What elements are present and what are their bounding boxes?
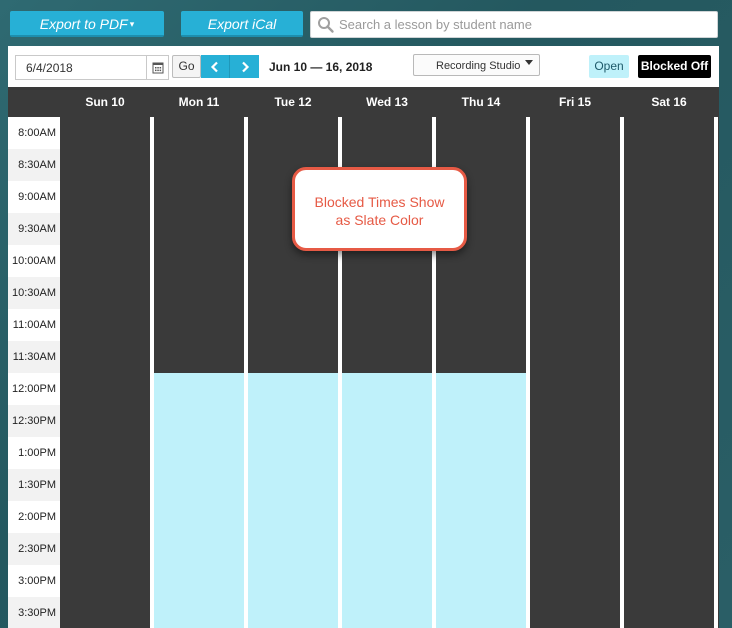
open-time-block[interactable]: [436, 373, 526, 628]
time-label: 3:00PM: [18, 575, 56, 587]
time-label: 9:00AM: [18, 191, 56, 203]
day-header: Wed 13: [366, 95, 408, 109]
date-input[interactable]: [16, 56, 144, 79]
chevron-right-icon: [241, 61, 249, 72]
day-column[interactable]: [624, 117, 714, 628]
chevron-left-icon: [210, 61, 218, 72]
time-label: 11:30AM: [8, 341, 60, 373]
caret-down-icon: ▾: [129, 19, 135, 29]
day-header: Mon 11: [178, 95, 220, 109]
time-column: 8:00AM 8:30AM 9:00AM 9:30AM 10:00AM 10:30AM 11…: [8, 117, 60, 628]
time-label: 2:00PM: [18, 511, 56, 523]
day-header-row: Sun 10 Mon 11 Tue 12 Wed 13 Thu 14 Fri 15 Sat …: [8, 87, 719, 117]
time-label: 10:30AM: [8, 277, 60, 309]
column-divider: [714, 117, 718, 628]
time-label: 12:00PM: [11, 383, 56, 395]
studio-select-value: Recording Studio: [436, 60, 521, 72]
time-label: 8:00AM: [18, 127, 56, 139]
day-header: Thu 14: [461, 95, 501, 109]
time-label: 10:00AM: [11, 255, 56, 267]
caret-down-icon: [525, 60, 533, 65]
calendar-panel: Go Jun 10 — 16, 2018 Recording Studio Op…: [8, 46, 719, 628]
calendar-icon[interactable]: [146, 56, 168, 79]
search-icon: [317, 16, 335, 34]
top-bar: Export to PDF ▾ Export iCal: [0, 0, 732, 46]
time-label: 3:30PM: [8, 597, 60, 628]
time-label: 2:30PM: [8, 533, 60, 565]
time-label: 12:30PM: [8, 405, 60, 437]
search-box: [310, 11, 718, 38]
open-time-block[interactable]: [342, 373, 432, 628]
open-time-block[interactable]: [248, 373, 338, 628]
legend-blocked-badge: Blocked Off: [638, 55, 711, 78]
export-ical-button[interactable]: Export iCal: [181, 11, 303, 37]
time-label: 8:30AM: [8, 149, 60, 181]
export-pdf-button[interactable]: Export to PDF ▾: [10, 11, 164, 37]
day-header: Sun 10: [85, 95, 125, 109]
search-input[interactable]: [339, 12, 711, 37]
time-label: 1:00PM: [18, 447, 56, 459]
next-week-button[interactable]: [230, 55, 259, 78]
open-time-block[interactable]: [154, 373, 244, 628]
time-label: 9:30AM: [8, 213, 60, 245]
studio-select[interactable]: Recording Studio: [413, 54, 540, 76]
calendar-toolbar: Go Jun 10 — 16, 2018 Recording Studio Op…: [8, 46, 719, 87]
annotation-callout: Blocked Times Show as Slate Color: [292, 167, 467, 251]
callout-line-2: as Slate Color: [335, 212, 424, 228]
day-column[interactable]: [530, 117, 620, 628]
date-range-label: Jun 10 — 16, 2018: [269, 60, 373, 74]
export-pdf-label: Export to PDF: [39, 16, 128, 32]
callout-line-1: Blocked Times Show: [314, 194, 445, 210]
legend-open-badge: Open: [589, 55, 629, 78]
day-column[interactable]: [60, 117, 150, 628]
day-header: Fri 15: [558, 95, 591, 109]
day-header: Sat 16: [651, 95, 687, 109]
go-button[interactable]: Go: [172, 55, 201, 78]
time-label: 11:00AM: [12, 319, 56, 331]
previous-week-button[interactable]: [201, 55, 230, 78]
day-header: Tue 12: [274, 95, 312, 109]
export-ical-label: Export iCal: [207, 16, 277, 32]
date-field: [15, 55, 169, 80]
time-label: 1:30PM: [8, 469, 60, 501]
